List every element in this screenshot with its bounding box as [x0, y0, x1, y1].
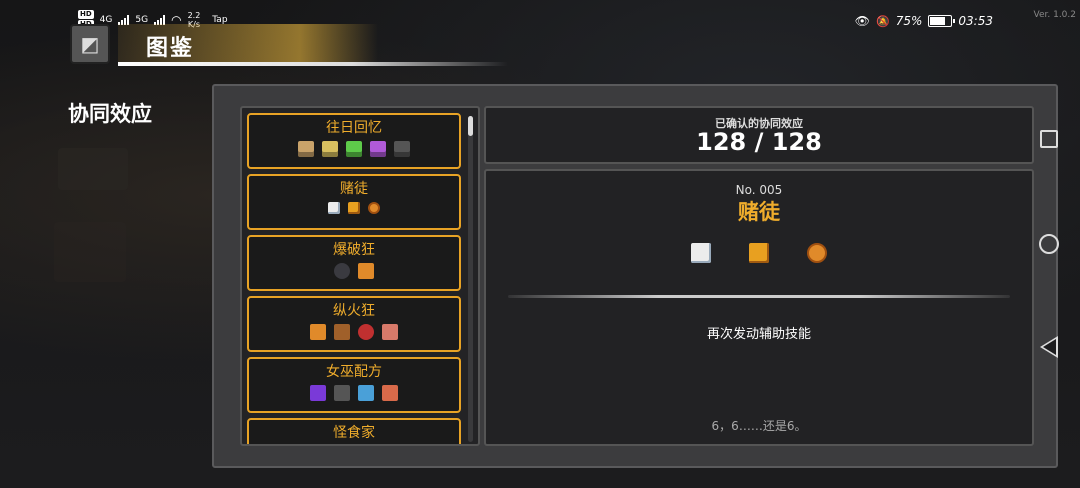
synergy-card-name: 赌徒 — [340, 181, 368, 197]
background-ghost — [54, 222, 126, 282]
synergy-card[interactable]: 女巫配方 — [247, 357, 461, 413]
synergy-count-box: 已确认的协同效应 128 / 128 — [484, 106, 1034, 164]
scrollbar[interactable] — [468, 116, 473, 442]
divider — [508, 295, 1010, 298]
back-arrow-icon: ◩ — [80, 32, 100, 56]
boomerang-icon — [358, 263, 374, 279]
synergy-card-name: 纵火狂 — [333, 303, 375, 319]
dice-white-icon — [691, 243, 711, 263]
dice-gold-icon — [348, 202, 360, 214]
speed-value: 2.2 — [187, 10, 201, 20]
synergy-number: No. 005 — [735, 183, 783, 197]
synergy-count-value: 128 / 128 — [696, 128, 822, 156]
synergy-item-icons — [486, 243, 1032, 263]
synergy-flavor-text: 6，6……还是6。 — [711, 419, 807, 433]
memory-card-gold-icon — [322, 141, 338, 157]
signal-icon — [154, 14, 166, 25]
boomerang-fire-icon — [310, 324, 326, 340]
blue-mushroom-icon — [358, 385, 374, 401]
battery-percent: 75% — [895, 14, 923, 28]
battery-icon — [928, 15, 956, 27]
synergy-card-icons — [249, 324, 459, 340]
back-button[interactable]: ◩ — [70, 24, 110, 64]
section-title: 协同效应 — [68, 102, 152, 126]
cauldron-icon — [382, 385, 398, 401]
synergy-card[interactable]: 怪食家 — [247, 418, 461, 444]
synergy-card-name: 怪食家 — [333, 425, 375, 441]
synergy-name: 赌徒 — [738, 200, 780, 224]
red-orb-icon — [358, 324, 374, 340]
hd-badge: HD — [78, 10, 94, 19]
memory-card-dark-icon — [394, 141, 410, 157]
synergy-list-panel[interactable]: 往日回忆赌徒爆破狂纵火狂女巫配方怪食家 — [240, 106, 480, 446]
eye-icon: 👁 — [854, 14, 871, 28]
potion-purple-icon — [310, 385, 326, 401]
synergy-card-icons — [249, 263, 459, 279]
synergy-card-name: 女巫配方 — [326, 364, 382, 380]
meat-icon — [382, 324, 398, 340]
clock: 03:53 — [958, 14, 993, 28]
memory-card-purple-icon — [370, 141, 386, 157]
home-button[interactable] — [1039, 234, 1059, 254]
synergy-card[interactable]: 爆破狂 — [247, 235, 461, 291]
page-title: 图鉴 — [146, 36, 195, 61]
memory-card-green-icon — [346, 141, 362, 157]
memory-card-tan-icon — [298, 141, 314, 157]
app-label: Tap — [212, 14, 228, 25]
synergy-card-name: 爆破狂 — [333, 242, 375, 258]
synergy-card-icons — [249, 141, 459, 157]
system-nav-bar — [1036, 0, 1066, 488]
header-underline — [118, 62, 508, 66]
spellbook-icon — [334, 385, 350, 401]
bomb-icon — [334, 263, 350, 279]
scroll-thumb[interactable] — [468, 116, 473, 136]
synergy-card-icons — [249, 385, 459, 401]
synergy-card-name: 往日回忆 — [326, 120, 382, 136]
network-label: 4G — [99, 14, 113, 25]
synergy-card[interactable]: 纵火狂 — [247, 296, 461, 352]
dice-gold-icon — [749, 243, 769, 263]
background-ghost — [58, 148, 128, 190]
signal-icon — [118, 14, 130, 25]
mute-icon: 🔕 — [876, 14, 890, 28]
synergy-detail-panel: No. 005 赌徒 再次发动辅助技能 6，6……还是6。 — [484, 169, 1034, 446]
fire-log-icon — [334, 324, 350, 340]
synergy-list: 往日回忆赌徒爆破狂纵火狂女巫配方怪食家 — [247, 113, 461, 444]
chip-icon — [368, 202, 380, 214]
synergy-card[interactable]: 赌徒 — [247, 174, 461, 230]
network-label: 5G — [135, 14, 149, 25]
recent-apps-button[interactable] — [1040, 130, 1058, 148]
dice-white-icon — [328, 202, 340, 214]
chip-icon — [807, 243, 827, 263]
system-back-button[interactable] — [1040, 336, 1058, 358]
synergy-description: 再次发动辅助技能 — [706, 327, 811, 342]
synergy-card-icons — [249, 202, 459, 214]
synergy-card[interactable]: 往日回忆 — [247, 113, 461, 169]
